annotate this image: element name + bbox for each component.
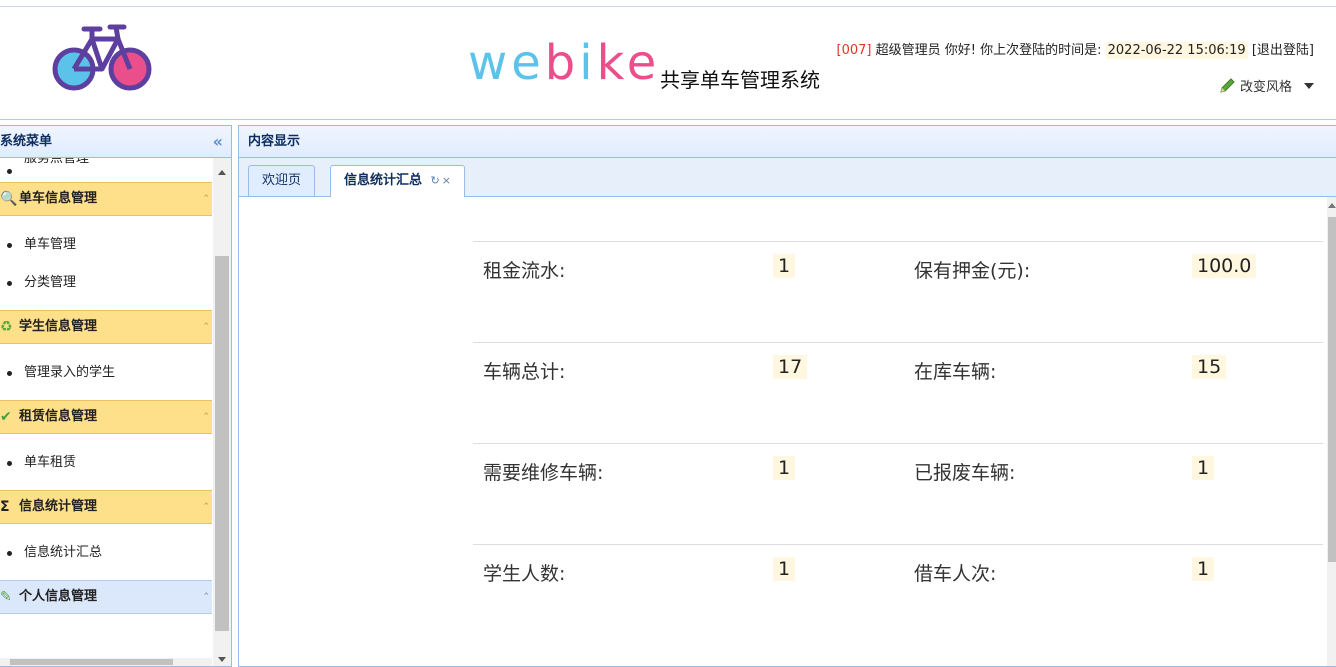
refresh-icon[interactable]: ↻ [431, 174, 440, 187]
user-greeting: 超级管理员 你好! 你上次登陆的时间是: [875, 43, 1102, 58]
stat-label: 已报废车辆: [914, 462, 1016, 484]
menu-group-statistics[interactable]: Σ 信息统计管理 ⌃ [0, 490, 212, 524]
user-bar: [007] 超级管理员 你好! 你上次登陆的时间是: 2022-06-22 15… [836, 39, 1314, 59]
stat-label: 车辆总计: [483, 361, 566, 383]
expand-icon: ⌃ [202, 194, 210, 204]
menu-area: 服务点管理 🔍 单车信息管理 ⌃ 单车管理 分类管理 ♻ 学生信息管理 ⌃ 管理… [0, 158, 231, 666]
app-subtitle: 共享单车管理系统 [660, 68, 820, 92]
chevron-down-icon [1304, 82, 1314, 89]
menu-list: 服务点管理 🔍 单车信息管理 ⌃ 单车管理 分类管理 ♻ 学生信息管理 ⌃ 管理… [0, 158, 212, 624]
expand-icon: ⌃ [202, 322, 210, 332]
double-chevron-left-icon[interactable]: « [213, 126, 223, 157]
table-row: 车辆总计: 17 在库车辆: 15 [473, 342, 1323, 443]
search-icon: 🔍 [0, 191, 18, 207]
stat-value: 1 [1192, 557, 1215, 581]
change-style-menu[interactable]: 改变风格 [1218, 76, 1314, 95]
close-icon[interactable]: × [442, 174, 451, 187]
scrollbar-thumb[interactable] [10, 659, 173, 665]
app-logo-text: webike [468, 35, 661, 91]
tab-welcome[interactable]: 欢迎页 [248, 165, 316, 196]
stat-value: 1 [1192, 456, 1215, 480]
statistics-table: 租金流水: 1 保有押金(元): 100.0 车辆总计: 17 在库车辆: 15… [473, 241, 1323, 645]
sidebar-item-bike-rental[interactable]: 单车租赁 [0, 444, 212, 482]
menu-group-bike-info[interactable]: 🔍 单车信息管理 ⌃ [0, 182, 212, 216]
main-panel: 内容显示 欢迎页 信息统计汇总 ↻ × 租金流水: 1 保有押金(元): 100.… [238, 125, 1336, 667]
bicycle-logo-icon [52, 24, 152, 91]
menu-group-rental-info[interactable]: ✔ 租赁信息管理 ⌃ [0, 400, 212, 434]
menu-group-student-info[interactable]: ♻ 学生信息管理 ⌃ [0, 310, 212, 344]
stat-label: 在库车辆: [914, 361, 997, 383]
tab-statistics-summary[interactable]: 信息统计汇总 ↻ × [330, 165, 465, 197]
expand-icon: ⌃ [202, 502, 210, 512]
scroll-up-icon[interactable] [218, 170, 226, 175]
sigma-icon: Σ [0, 499, 10, 515]
stat-label: 需要维修车辆: [483, 462, 604, 484]
stat-label: 借车人次: [914, 563, 997, 585]
sidebar-item-category-manage[interactable]: 分类管理 [0, 264, 212, 302]
sidebar-item-bike-manage[interactable]: 单车管理 [0, 226, 212, 264]
sidebar-item-service-point[interactable]: 服务点管理 [0, 158, 212, 174]
stat-value: 100.0 [1192, 254, 1257, 278]
table-row: 租金流水: 1 保有押金(元): 100.0 [473, 241, 1323, 342]
stat-value: 1 [773, 456, 796, 480]
sidebar-item-student-manage[interactable]: 管理录入的学生 [0, 354, 212, 392]
scroll-down-icon[interactable] [218, 657, 226, 662]
stat-value: 17 [773, 355, 808, 379]
stat-value: 1 [773, 254, 796, 278]
content-scrollbar[interactable] [1327, 197, 1336, 666]
stat-label: 保有押金(元): [914, 260, 1031, 282]
tab-bar: 欢迎页 信息统计汇总 ↻ × [239, 158, 1336, 197]
header: webike 共享单车管理系统 [007] 超级管理员 你好! 你上次登陆的时间… [0, 7, 1336, 120]
stat-value: 15 [1192, 355, 1227, 379]
sidebar-scrollbar[interactable] [213, 158, 231, 666]
top-border [0, 0, 1336, 7]
scroll-up-icon[interactable] [1328, 203, 1336, 208]
sidebar: 系统菜单 « 服务点管理 🔍 单车信息管理 ⌃ 单车管理 分类管理 ♻ 学生信息… [0, 125, 232, 667]
expand-icon: ⌃ [202, 412, 210, 422]
sidebar-item-statistics-summary[interactable]: 信息统计汇总 [0, 534, 212, 572]
content-area: 租金流水: 1 保有押金(元): 100.0 车辆总计: 17 在库车辆: 15… [239, 197, 1336, 666]
table-row: 需要维修车辆: 1 已报废车辆: 1 [473, 443, 1323, 544]
pencil-icon [1220, 77, 1235, 93]
scrollbar-thumb[interactable] [215, 256, 229, 631]
check-icon: ✔ [0, 409, 12, 425]
user-code: [007] [836, 43, 872, 58]
expand-icon: ⌃ [202, 592, 210, 602]
sidebar-title: 系统菜单 « [0, 126, 231, 158]
stat-label: 租金流水: [483, 260, 566, 282]
refresh-icon: ♻ [0, 319, 13, 335]
main-title: 内容显示 [239, 126, 1336, 158]
pencil-icon: ✎ [0, 589, 12, 605]
last-login-time: 2022-06-22 15:06:19 [1105, 42, 1248, 59]
change-style-label: 改变风格 [1239, 80, 1292, 95]
scrollbar-thumb[interactable] [1328, 217, 1336, 562]
stat-value: 1 [773, 557, 796, 581]
logout-link[interactable]: [退出登陆] [1252, 43, 1314, 58]
menu-group-personal-info[interactable]: ✎ 个人信息管理 ⌃ [0, 580, 212, 614]
table-row: 学生人数: 1 借车人次: 1 [473, 544, 1323, 645]
stat-label: 学生人数: [483, 563, 566, 585]
